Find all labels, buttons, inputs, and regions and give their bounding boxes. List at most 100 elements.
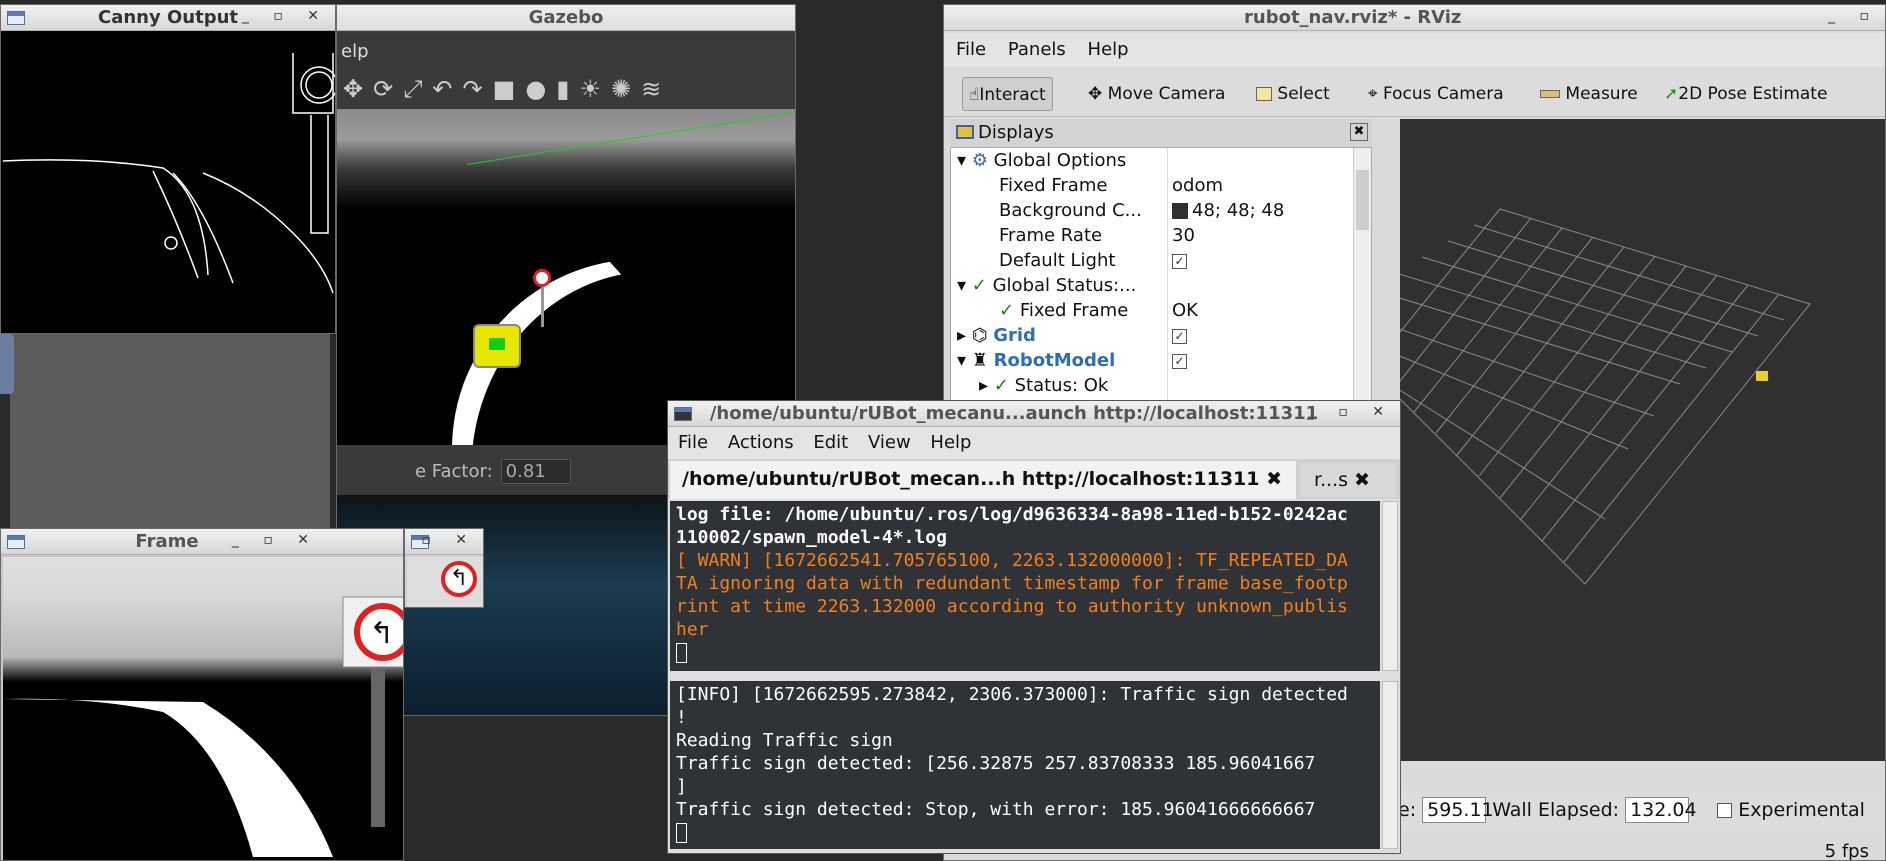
road-band <box>3 698 333 857</box>
close-icon[interactable]: ✖ <box>1350 123 1368 141</box>
gazebo-menubar: elp <box>337 33 795 69</box>
gazebo-3d-view[interactable] <box>337 109 795 702</box>
rviz-3d-view[interactable] <box>1400 119 1885 761</box>
terminal-menu-edit[interactable]: Edit <box>813 432 848 453</box>
select-tool[interactable]: Select <box>1250 77 1336 111</box>
tab-second[interactable]: r...s ✖ <box>1300 463 1396 497</box>
rviz-menu-panels[interactable]: Panels <box>1008 39 1066 60</box>
grid-icon: ⌬ <box>971 325 988 346</box>
terminal-menu-actions[interactable]: Actions <box>728 432 794 453</box>
tree-row-background[interactable]: Background C... 48; 48; 48 <box>951 198 1353 223</box>
tree-label: Global Options <box>993 150 1127 171</box>
tree-row-default-light[interactable]: Default Light ✓ <box>951 248 1353 273</box>
spotlight-icon[interactable]: ✺ <box>611 75 641 103</box>
robot-marker[interactable] <box>1756 371 1768 381</box>
pose-estimate-label: 2D Pose Estimate <box>1678 84 1828 104</box>
close-icon[interactable]: ✖ <box>1266 468 1282 490</box>
terminal-titlebar[interactable]: /home/ubuntu/rUBot_mecanu...aunch http:/… <box>668 401 1400 427</box>
grid-line <box>1413 227 1563 413</box>
terminal-window-buttons[interactable]: _ ▫ ✕ <box>1307 404 1394 420</box>
edge-line <box>152 170 199 279</box>
move-icon: ✥ <box>1088 84 1108 104</box>
frame-rate-value[interactable]: 30 <box>1167 223 1195 248</box>
terminal-pane-top[interactable]: log file: /home/ubuntu/.ros/log/d9636334… <box>670 501 1380 671</box>
top-pane-scrollbar[interactable] <box>1382 501 1398 671</box>
rviz-titlebar[interactable]: rubot_nav.rviz* - RViz _ ▫ <box>944 5 1885 31</box>
left-turn-arrow-icon: ↰ <box>369 616 394 651</box>
small-titlebar[interactable]: ▫ ✕ <box>405 529 483 555</box>
gazebo-titlebar[interactable]: Gazebo <box>337 5 795 31</box>
tree-row-status-ok[interactable]: ▸ ✓ Status: Ok <box>951 373 1353 398</box>
terminal-menu-view[interactable]: View <box>868 432 911 453</box>
focus-camera-tool[interactable]: ⌖ Focus Camera <box>1362 77 1510 111</box>
interact-tool[interactable]: ☝Interact <box>962 77 1053 111</box>
measure-label: Measure <box>1565 84 1638 104</box>
move-camera-tool[interactable]: ✥ Move Camera <box>1082 77 1231 111</box>
lines-icon[interactable]: ≋ <box>641 75 671 103</box>
gazebo-title: Gazebo <box>528 7 604 28</box>
gear-icon: ⚙ <box>971 150 988 171</box>
background-value[interactable]: 48; 48; 48 <box>1167 198 1284 223</box>
bottom-pane-scrollbar[interactable] <box>1382 681 1398 849</box>
canny-window-buttons[interactable]: _ ▫ ✕ <box>242 8 329 24</box>
tab-launch[interactable]: /home/ubuntu/rUBot_mecan...h http://loca… <box>670 461 1296 499</box>
pose-estimate-tool[interactable]: ➚2D Pose Estimate <box>1658 77 1833 111</box>
gazebo-menu-help[interactable]: elp <box>341 41 369 62</box>
frame-titlebar[interactable]: Frame _ ▫ ✕ <box>1 529 403 555</box>
traffic-sign-model[interactable] <box>533 269 551 287</box>
rviz-menubar: File Panels Help <box>944 33 1885 67</box>
tree-row-fixed-frame[interactable]: Fixed Frame odom <box>951 173 1353 198</box>
tree-scrollbar[interactable] <box>1353 148 1371 406</box>
box-icon[interactable]: ■ <box>493 75 526 103</box>
canny-window: Canny Output _ ▫ ✕ <box>0 4 336 334</box>
panel-handle[interactable] <box>0 334 14 394</box>
factor-field[interactable] <box>500 459 571 484</box>
frame-window-buttons[interactable]: _ ▫ ✕ <box>232 532 319 548</box>
tree-label: Fixed Frame <box>999 175 1108 196</box>
rviz-window-buttons[interactable]: _ ▫ <box>1828 8 1879 24</box>
wall-elapsed-field[interactable]: 132.04 <box>1625 797 1697 823</box>
undo-icon[interactable]: ↶ <box>432 75 462 103</box>
tree-row-grid[interactable]: ▸ ⌬ Grid ✓ <box>951 323 1353 348</box>
scroll-thumb[interactable] <box>1356 170 1369 230</box>
rviz-menu-help[interactable]: Help <box>1088 39 1129 60</box>
small-window-buttons[interactable]: ▫ ✕ <box>421 532 477 548</box>
redo-icon[interactable]: ↷ <box>463 75 493 103</box>
rotate-icon[interactable]: ⟳ <box>373 75 403 103</box>
fixed-frame-value[interactable]: odom <box>1167 173 1223 198</box>
tree-row-frame-rate[interactable]: Frame Rate 30 <box>951 223 1353 248</box>
rviz-menu-file[interactable]: File <box>956 39 986 60</box>
tree-row-robotmodel[interactable]: ▾ ♜ RobotModel ✓ <box>951 348 1353 373</box>
edge-line <box>172 172 234 284</box>
experimental-checkbox[interactable] <box>1717 803 1733 818</box>
warn-line: her <box>676 619 709 640</box>
desktop-panel <box>10 334 330 528</box>
measure-tool[interactable]: Measure <box>1534 77 1644 111</box>
close-icon[interactable]: ✖ <box>1354 469 1370 491</box>
tree-row-status-fixed-frame[interactable]: ✓ Fixed Frame OK <box>951 298 1353 323</box>
terminal-menu-file[interactable]: File <box>678 432 708 453</box>
default-light-checkbox[interactable]: ✓ <box>1172 253 1187 269</box>
cylinder-icon[interactable]: ▮ <box>556 75 579 103</box>
tree-row-global-status[interactable]: ▾ ✓ Global Status:... <box>951 273 1353 298</box>
robot-model[interactable] <box>473 324 521 368</box>
tree-row-global-options[interactable]: ▾ ⚙ Global Options <box>951 148 1353 173</box>
rviz-title: rubot_nav.rviz* - RViz <box>1244 7 1462 28</box>
terminal-menubar: File Actions Edit View Help <box>668 427 1400 459</box>
canny-titlebar[interactable]: Canny Output _ ▫ ✕ <box>1 5 335 31</box>
axis-line <box>466 112 794 165</box>
sphere-icon[interactable]: ● <box>525 75 556 103</box>
robotmodel-checkbox[interactable]: ✓ <box>1172 353 1187 369</box>
grid-line <box>1520 274 1718 520</box>
terminal-cursor <box>676 823 687 843</box>
focus-camera-label: Focus Camera <box>1382 84 1504 104</box>
translate-icon[interactable]: ✥ <box>343 75 373 103</box>
terminal-pane-bottom[interactable]: [INFO] [1672662595.273842, 2306.373000]:… <box>670 681 1380 849</box>
grid-checkbox[interactable]: ✓ <box>1172 328 1187 344</box>
ros-elapsed-field[interactable]: 595.11 <box>1422 797 1494 823</box>
sun-icon[interactable]: ☀ <box>580 75 612 103</box>
grid-line <box>1435 236 1594 434</box>
scale-icon[interactable]: ⤢ <box>403 75 432 103</box>
terminal-cursor <box>676 643 687 663</box>
terminal-menu-help[interactable]: Help <box>930 432 971 453</box>
